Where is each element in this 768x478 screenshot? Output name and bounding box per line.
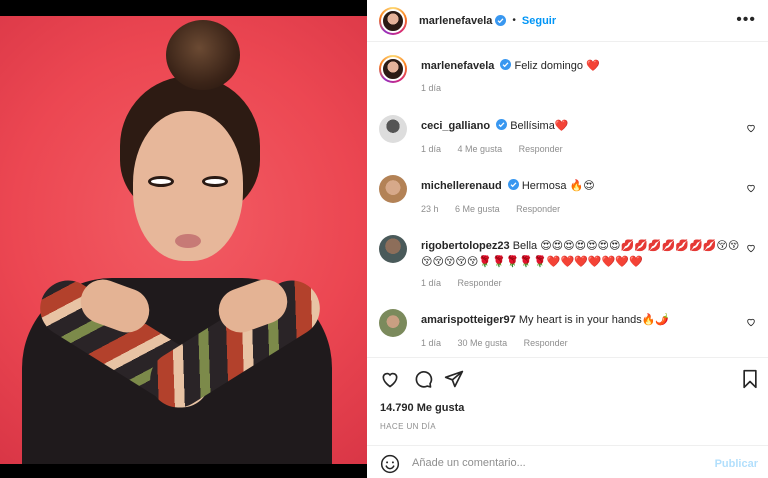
publish-button[interactable]: Publicar: [715, 458, 758, 470]
comment-heart-icon[interactable]: [746, 123, 756, 133]
author-avatar[interactable]: [379, 6, 407, 35]
post-side-panel: marlenefavela • Seguir ••• marlenefavela…: [367, 0, 768, 478]
reply-button[interactable]: Responder: [524, 338, 568, 348]
heart-icon[interactable]: [380, 369, 400, 389]
comment-like-count[interactable]: 6 Me gusta: [455, 204, 500, 214]
comment-time[interactable]: 1 día: [421, 338, 441, 348]
comments-list[interactable]: marlenefavela Feliz domingo ❤️ 1 día cec…: [367, 43, 768, 356]
comment-icon[interactable]: [413, 369, 433, 389]
comment-text: ceci_galliano Bellísima❤️: [421, 118, 743, 134]
verified-badge-icon: [495, 15, 507, 26]
reply-button[interactable]: Responder: [458, 278, 502, 288]
commenter-avatar[interactable]: [379, 175, 407, 203]
more-options-icon[interactable]: •••: [736, 12, 756, 28]
commenter-username[interactable]: rigobertolopez23: [421, 240, 510, 252]
action-bar: [367, 357, 768, 397]
comment-meta: 1 día 4 Me gusta Responder: [421, 144, 577, 154]
commenter-username[interactable]: michellerenaud: [421, 180, 502, 192]
post-timestamp[interactable]: HACE UN DÍA: [380, 422, 436, 431]
comment-time[interactable]: 23 h: [421, 204, 439, 214]
caption-meta: 1 día: [421, 83, 455, 93]
comment-meta: 1 día Responder: [421, 278, 516, 288]
comment-composer: Publicar: [367, 445, 768, 478]
post-header: marlenefavela • Seguir •••: [367, 0, 768, 42]
reply-button[interactable]: Responder: [516, 204, 560, 214]
comment-body: Hermosa 🔥😍: [521, 180, 595, 192]
comment-body: Bellísima❤️: [510, 120, 569, 132]
caption-time[interactable]: 1 día: [421, 83, 441, 93]
comment-input[interactable]: [412, 455, 702, 471]
share-icon[interactable]: [444, 369, 464, 389]
comment-time[interactable]: 1 día: [421, 144, 441, 154]
header-separator: •: [512, 15, 516, 26]
commenter-avatar[interactable]: [379, 115, 407, 143]
commenter-username[interactable]: ceci_galliano: [421, 120, 490, 132]
caption-avatar[interactable]: [379, 55, 407, 83]
post-photo-pane: [0, 0, 367, 478]
commenter-avatar[interactable]: [379, 235, 407, 263]
photo-right-eye: [202, 176, 228, 187]
comment-time[interactable]: 1 día: [421, 278, 441, 288]
author-username[interactable]: marlenefavela: [419, 15, 492, 27]
comment-meta: 23 h 6 Me gusta Responder: [421, 204, 574, 214]
like-count[interactable]: 14.790 Me gusta: [380, 402, 464, 414]
photo-hair-bun: [166, 20, 240, 90]
comment-text: rigobertolopez23 Bella 😍😍😍😍😍😍😍💋💋💋💋💋💋💋😚😚😚…: [421, 238, 743, 270]
commenter-avatar[interactable]: [379, 309, 407, 337]
comment-heart-icon[interactable]: [746, 243, 756, 253]
comment-like-count[interactable]: 4 Me gusta: [458, 144, 503, 154]
caption-username[interactable]: marlenefavela: [421, 60, 494, 72]
bookmark-icon[interactable]: [740, 369, 760, 389]
comment-meta: 1 día 30 Me gusta Responder: [421, 338, 582, 348]
caption-body: Feliz domingo ❤️: [514, 60, 600, 72]
verified-badge-icon: [507, 179, 519, 190]
comment-heart-icon[interactable]: [746, 317, 756, 327]
reply-button[interactable]: Responder: [519, 144, 563, 154]
photo-lips: [175, 234, 201, 248]
verified-badge-icon: [496, 119, 508, 130]
comment-text: michellerenaud Hermosa 🔥😍: [421, 178, 743, 194]
comment-like-count[interactable]: 30 Me gusta: [458, 338, 508, 348]
post-photo[interactable]: [0, 16, 367, 464]
verified-badge-icon: [500, 59, 512, 70]
comment-body: My heart is in your hands🔥🌶️: [518, 314, 670, 326]
emoji-icon[interactable]: [380, 454, 400, 474]
comment-heart-icon[interactable]: [746, 183, 756, 193]
caption-text: marlenefavela Feliz domingo ❤️: [421, 58, 743, 74]
commenter-username[interactable]: amarispotteiger97: [421, 314, 516, 326]
photo-left-eye: [148, 176, 174, 187]
follow-button[interactable]: Seguir: [522, 15, 556, 27]
comment-text: amarispotteiger97 My heart is in your ha…: [421, 312, 743, 328]
